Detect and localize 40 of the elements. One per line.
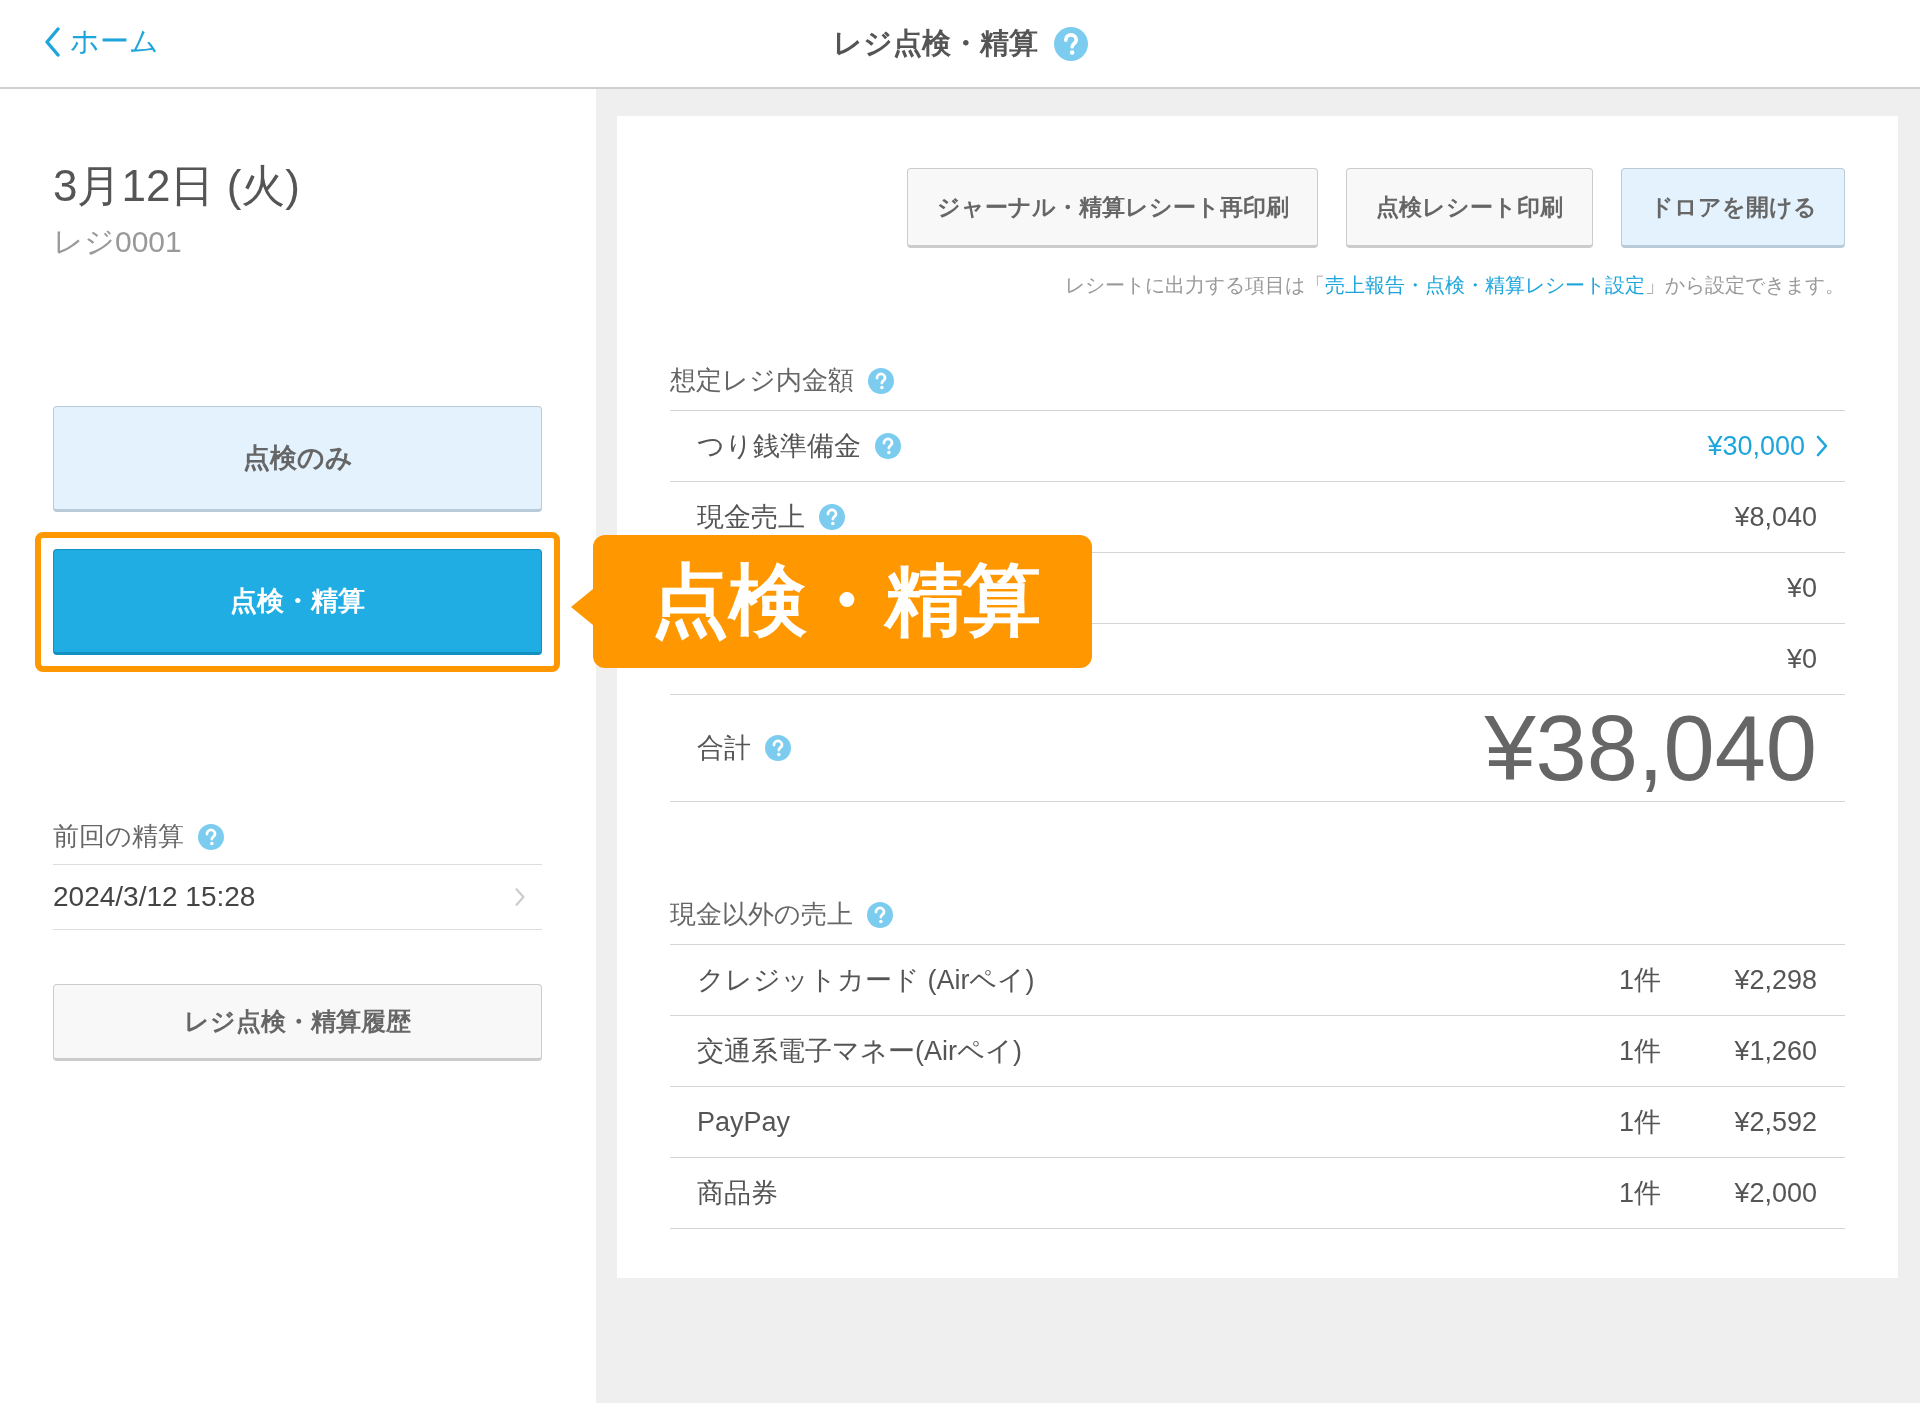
amount-value: ¥0 [1786,572,1817,604]
row-label: 商品券 [697,1177,778,1210]
back-link[interactable]: ホーム [44,22,159,62]
count-value: 1件 [1618,1177,1661,1210]
chevron-left-icon [44,27,62,57]
amount-link[interactable]: ¥30,000 [1707,430,1805,462]
row-label: PayPay [697,1106,791,1138]
section-title: 現金以外の売上 [670,898,853,931]
settings-note: レシートに出力する項目は「売上報告・点検・精算レシート設定」から設定できます。 [1064,273,1845,298]
register-label: レジ0001 [53,224,183,260]
date-label: 3月12日 (火) [53,160,301,212]
count-value: 1件 [1618,1035,1661,1068]
settings-link[interactable]: 売上報告・点検・精算レシート設定 [1325,274,1645,296]
mode-button[interactable]: 点検・精算 [53,549,542,655]
count-value: 1件 [1618,964,1661,997]
amount-value: ¥1,260 [1733,1035,1817,1067]
screen-title: レジ点検・精算 [832,25,1038,61]
row-label: つり銭準備金 [697,430,861,463]
chevron-right-icon [1815,435,1829,457]
amount-value: ¥8,040 [1734,501,1817,533]
list-row[interactable]: 2024/3/12 15:28 [53,864,542,930]
callout-label: 点検・精算 [593,535,1092,668]
action-button[interactable]: ドロアを開ける [1621,168,1845,248]
total-amount: ¥38,040 [1484,695,1817,801]
history-button[interactable]: レジ点検・精算履歴 [53,984,542,1061]
mode-button[interactable]: 点検のみ [53,406,542,512]
amount-value: ¥2,298 [1733,964,1817,996]
row-label: 合計 [697,732,751,765]
amount-value: ¥2,000 [1733,1177,1817,1209]
amount-value: ¥2,592 [1733,1106,1817,1138]
action-button[interactable]: 点検レシート印刷 [1346,168,1593,248]
section-title: 想定レジ内金額 [670,364,854,397]
action-button[interactable]: ジャーナル・精算レシート再印刷 [907,168,1318,248]
row-label: 交通系電子マネー(Airペイ) [697,1035,1022,1068]
section-title: 前回の精算 [53,820,184,853]
row-label: クレジットカード (Airペイ) [697,964,1035,997]
count-value: 1件 [1618,1106,1661,1139]
chevron-right-icon [514,887,526,907]
row-label: 現金売上 [697,501,805,534]
amount-value: ¥0 [1786,643,1817,675]
